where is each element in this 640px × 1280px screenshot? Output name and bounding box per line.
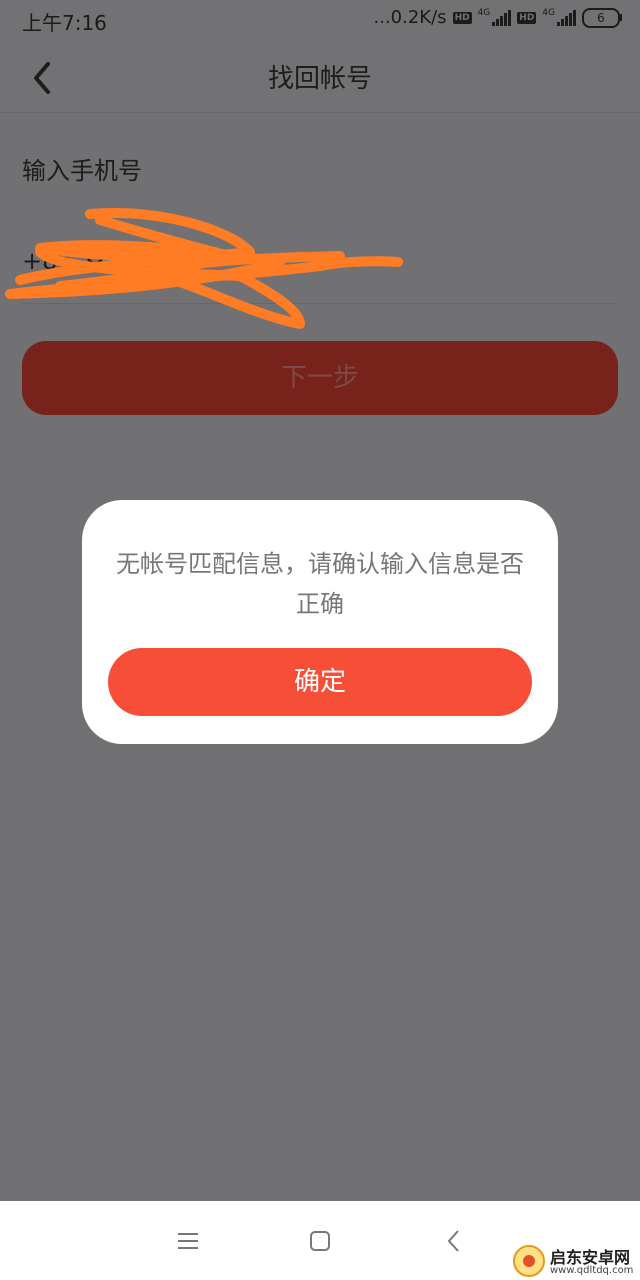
watermark-url: www.qdltdq.com — [550, 1265, 634, 1276]
signal-icon — [492, 9, 512, 26]
home-icon — [310, 1231, 330, 1251]
hd-badge-2: HD — [517, 11, 537, 24]
app-header: 找回帐号 — [0, 40, 640, 113]
page-title: 找回帐号 — [267, 64, 372, 94]
watermark: 启东安卓网 www.qdltdq.com — [512, 1244, 640, 1280]
watermark-logo-icon — [513, 1245, 545, 1277]
nav-back-button[interactable] — [434, 1221, 474, 1261]
confirm-button[interactable]: 确定 — [108, 648, 532, 716]
redaction-scribble — [5, 208, 403, 329]
battery-icon: 6 — [582, 7, 622, 28]
dialog-message: 无帐号匹配信息，请确认输入信息是否正确 — [116, 550, 524, 618]
hd-badge: HD — [452, 11, 472, 24]
alert-dialog: 无帐号匹配信息，请确认输入信息是否正确 确定 — [82, 500, 558, 744]
status-icons: ...0.2K/s HD 4G HD 4G 6 — [374, 7, 622, 28]
network-speed: ...0.2K/s — [373, 7, 447, 28]
network-type-label: 4G — [477, 8, 491, 18]
menu-button[interactable] — [168, 1221, 208, 1261]
menu-icon — [178, 1233, 198, 1249]
battery-level: 6 — [582, 7, 620, 28]
status-time: 上午7:16 — [22, 11, 107, 35]
signal-icon-2 — [557, 9, 576, 26]
home-button[interactable] — [300, 1221, 340, 1261]
phone-label: 输入手机号 — [22, 157, 142, 185]
next-step-button[interactable]: 下一步 — [22, 341, 618, 415]
nav-back-icon — [447, 1230, 459, 1252]
network-type-label-2: 4G — [542, 8, 555, 18]
status-bar: 上午7:16 ...0.2K/s HD 4G HD 4G 6 — [0, 0, 640, 40]
